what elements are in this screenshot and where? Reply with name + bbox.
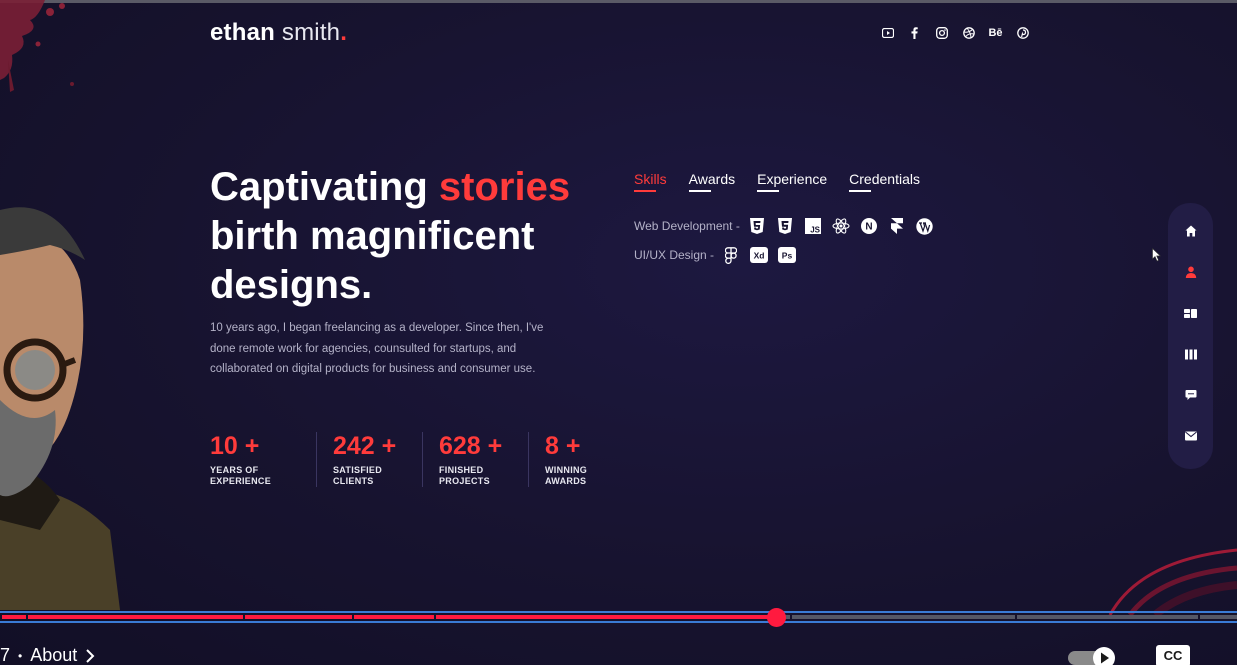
playhead-scrubber[interactable] xyxy=(767,608,786,627)
site-logo[interactable]: ethan smith. xyxy=(210,19,347,47)
adobe-xd-icon: Xd xyxy=(750,246,769,264)
chapter-title: About xyxy=(30,645,78,665)
html5-icon xyxy=(748,217,766,235)
autoplay-toggle[interactable] xyxy=(1066,645,1120,665)
chapter-separator: • xyxy=(18,648,23,663)
tab-credentials[interactable]: Credentials xyxy=(849,171,920,192)
user-icon[interactable] xyxy=(1184,265,1198,279)
stat-label: YEARS OF EXPERIENCE xyxy=(210,465,272,486)
facebook-icon[interactable] xyxy=(907,25,922,40)
headline-line3: designs. xyxy=(210,263,373,307)
headline-accent: stories xyxy=(438,165,571,209)
chapter-indicator[interactable]: 7 • About xyxy=(0,645,95,665)
photoshop-icon: Ps xyxy=(778,246,797,264)
social-links: Bē xyxy=(880,25,1030,40)
tab-awards[interactable]: Awards xyxy=(688,171,735,192)
skill-label: UI/UX Design - xyxy=(634,248,715,262)
instagram-icon[interactable] xyxy=(934,25,949,40)
headline-line1-start: Captivating xyxy=(210,165,439,209)
side-navigation xyxy=(1168,203,1213,469)
home-icon[interactable] xyxy=(1184,224,1198,238)
decorative-swoosh xyxy=(1108,548,1237,615)
contact-icon[interactable] xyxy=(1184,429,1198,443)
services-icon[interactable] xyxy=(1184,306,1198,320)
progress-chapter-segment[interactable] xyxy=(436,615,790,619)
mouse-cursor-icon xyxy=(1152,248,1162,262)
figma-icon xyxy=(722,246,740,264)
nextjs-icon: N xyxy=(860,217,878,235)
tab-experience[interactable]: Experience xyxy=(757,171,827,192)
javascript-icon: JS xyxy=(804,217,822,235)
stat-projects: 628 + FINISHED PROJECTS xyxy=(422,432,528,487)
skill-label: Web Development - xyxy=(634,219,740,233)
skill-icons: JS N xyxy=(748,217,934,235)
react-icon xyxy=(832,217,850,235)
framer-icon xyxy=(888,217,906,235)
stat-clients: 242 + SATISFIED CLIENTS xyxy=(316,432,422,487)
stat-value: 8 + xyxy=(545,432,581,460)
css3-icon xyxy=(776,217,794,235)
photoshop-icon-text: Ps xyxy=(782,251,793,261)
stat-value: 242 + xyxy=(333,432,397,460)
nextjs-icon-text: N xyxy=(865,222,872,233)
progress-chapter-segment[interactable] xyxy=(1200,615,1237,619)
stat-awards: 8 + WINNING AWARDS xyxy=(528,432,634,487)
top-border xyxy=(0,0,1237,3)
logo-last-name: smith xyxy=(281,19,341,46)
closed-captions-button[interactable]: CC xyxy=(1156,645,1190,665)
logo-first-name: ethan xyxy=(210,19,276,46)
stat-label: SATISFIED CLIENTS xyxy=(333,465,383,486)
work-icon[interactable] xyxy=(1184,347,1198,361)
stat-value: 10 + xyxy=(210,432,260,460)
about-tabs: Skills Awards Experience Credentials xyxy=(634,171,920,192)
progress-chapter-segment[interactable] xyxy=(792,615,1015,619)
portrait-image xyxy=(0,207,120,610)
headline-line2: birth magnificent xyxy=(210,214,535,258)
tab-skills[interactable]: Skills xyxy=(634,171,667,192)
progress-chapter-segment[interactable] xyxy=(28,615,243,619)
skill-row-design: UI/UX Design - Xd Ps xyxy=(634,243,934,267)
skills-panel: Web Development - JS N UI/UX Design - Xd… xyxy=(634,214,934,272)
progress-chapter-segment[interactable] xyxy=(354,615,434,619)
intro-paragraph: 10 years ago, I began freelancing as a d… xyxy=(210,322,544,375)
wordpress-icon xyxy=(916,217,934,235)
dribbble-icon[interactable] xyxy=(961,25,976,40)
stat-value: 628 + xyxy=(439,432,503,460)
stat-label: FINISHED PROJECTS xyxy=(439,465,490,486)
behance-icon[interactable]: Bē xyxy=(988,25,1003,40)
chapter-number: 7 xyxy=(0,645,11,665)
skill-row-web: Web Development - JS N xyxy=(634,214,934,238)
progress-chapter-segment[interactable] xyxy=(245,615,352,619)
youtube-icon[interactable] xyxy=(880,25,895,40)
testimonials-icon[interactable] xyxy=(1184,388,1198,402)
stat-years: 10 + YEARS OF EXPERIENCE xyxy=(210,432,316,487)
progress-chapter-segment[interactable] xyxy=(2,615,26,619)
adobe-xd-icon-text: Xd xyxy=(754,251,765,261)
video-progress-bar[interactable] xyxy=(0,608,1237,627)
stat-label: WINNING AWARDS xyxy=(545,465,588,486)
hero-headline: Captivating stories birth magnificent de… xyxy=(210,163,610,310)
stats-row: 10 + YEARS OF EXPERIENCE 242 + SATISFIED… xyxy=(210,432,634,487)
skill-icons: Xd Ps xyxy=(722,246,797,264)
logo-dot: . xyxy=(340,19,348,46)
paint-splash-decoration xyxy=(0,0,74,92)
pinterest-icon[interactable] xyxy=(1015,25,1030,40)
progress-chapter-segment[interactable] xyxy=(1017,615,1198,619)
javascript-icon-text: JS xyxy=(810,226,820,235)
chevron-right-icon xyxy=(86,648,95,663)
